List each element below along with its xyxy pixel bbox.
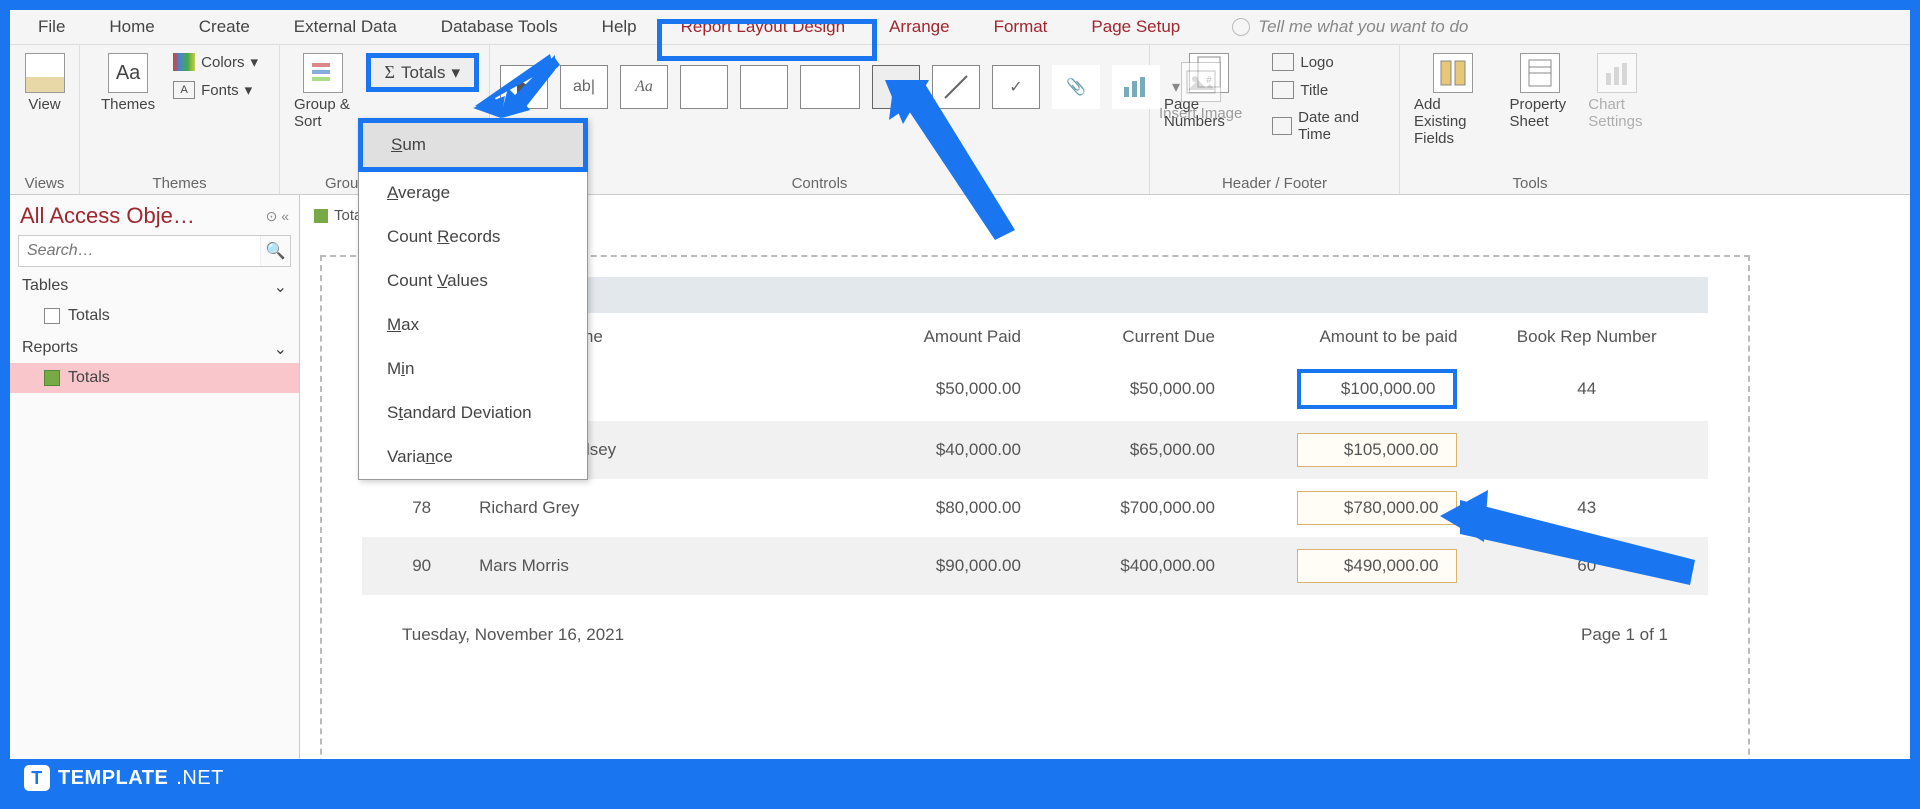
selected-amount-cell[interactable]: $100,000.00 [1297,369,1457,409]
dd-std-dev[interactable]: Standard Deviation [359,391,587,435]
themes-icon: Aa [108,53,148,93]
property-sheet-button[interactable]: Property Sheet [1505,51,1574,132]
nav-pane-header[interactable]: All Access Obje… ⊙ « [10,195,299,233]
title-icon [1272,81,1294,99]
ribbon-group-tools: Add Existing Fields Property Sheet Chart… [1400,45,1660,194]
menu-report-layout-design[interactable]: Report Layout Design [659,11,867,43]
ribbon-group-views: View Views [10,45,80,194]
bulb-icon [1232,18,1250,36]
dd-count-values[interactable]: Count Values [359,259,587,303]
add-existing-fields-button[interactable]: Add Existing Fields [1410,51,1495,149]
report-icon [44,370,60,386]
tell-me-search[interactable]: Tell me what you want to do [1232,17,1468,37]
chart-settings-button: Chart Settings [1584,51,1650,132]
nav-table-totals[interactable]: Totals [10,301,299,331]
dd-max[interactable]: Max [359,303,587,347]
dd-average[interactable]: Average [359,171,587,215]
report-page-n: Page 1 of 1 [1581,625,1668,645]
menu-help[interactable]: Help [580,11,659,43]
nav-group-tables[interactable]: Tables⌄ [10,269,299,301]
amount-cell[interactable]: $105,000.00 [1297,433,1457,467]
watermark-logo-icon: T [24,765,50,791]
nav-group-reports[interactable]: Reports⌄ [10,331,299,363]
menu-externaldata[interactable]: External Data [272,11,419,43]
menu-home[interactable]: Home [87,11,176,43]
dd-min[interactable]: Min [359,347,587,391]
datetime-icon [1272,117,1292,135]
colors-icon [173,53,195,71]
fonts-icon: A [173,81,195,99]
report-date: Tuesday, November 16, 2021 [402,625,624,645]
col-current-due[interactable]: Current Due [1029,317,1223,357]
logo-button[interactable]: Logo [1268,51,1389,73]
insert-image-icon [1181,62,1221,102]
control-textbox[interactable]: ab| [560,65,608,109]
col-amount-to-be-paid[interactable]: Amount to be paid [1223,317,1466,357]
nav-report-totals[interactable]: Totals [10,363,299,393]
group-sort-icon [303,53,343,93]
datetime-button[interactable]: Date and Time [1268,107,1389,145]
table-icon [44,308,60,324]
colors-button[interactable]: Colors▾ [169,51,262,73]
control-attachment[interactable]: 📎 [1052,65,1100,109]
ribbon: View Views Aa Themes Colors▾ A [10,45,1910,195]
ribbon-group-themes: Aa Themes Colors▾ A Fonts▾ Themes [80,45,280,194]
menu-file[interactable]: File [16,11,87,43]
menu-pagesetup[interactable]: Page Setup [1069,11,1202,43]
title-button[interactable]: Title [1268,79,1389,101]
search-input[interactable] [19,236,260,266]
control-button[interactable] [872,65,920,109]
amount-cell[interactable]: $490,000.00 [1297,549,1457,583]
control-select[interactable] [500,65,548,109]
sigma-icon: Σ [385,62,395,83]
tell-me-text: Tell me what you want to do [1258,17,1468,37]
menu-bar: File Home Create External Data Database … [10,10,1910,45]
insert-image-button[interactable]: Insert Image [1155,60,1246,124]
navigation-pane: All Access Obje… ⊙ « 🔍 Tables⌄ Totals Re… [10,195,300,759]
control-rect1[interactable] [680,65,728,109]
search-icon[interactable]: 🔍 [260,236,290,266]
control-rect2[interactable] [740,65,788,109]
watermark: T TEMPLATE.NET [24,765,224,791]
report-footer: Tuesday, November 16, 2021 Page 1 of 1 [362,595,1708,655]
chart-settings-icon [1597,53,1637,93]
totals-button[interactable]: Σ Totals ▾ [366,53,479,92]
table-row[interactable]: 78 Richard Grey $80,000.00 $700,000.00 $… [362,479,1708,537]
logo-icon [1272,53,1294,71]
property-sheet-icon [1520,53,1560,93]
menu-arrange[interactable]: Arrange [867,11,971,43]
amount-cell[interactable]: $780,000.00 [1297,491,1457,525]
work-area: All Access Obje… ⊙ « 🔍 Tables⌄ Totals Re… [10,195,1910,759]
col-amount-paid[interactable]: Amount Paid [811,317,1029,357]
menu-dbtools[interactable]: Database Tools [419,11,580,43]
totals-dropdown-menu: Sum Average Count Records Count Values M… [358,118,588,480]
view-icon [25,53,65,93]
control-rect3[interactable] [800,65,860,109]
group-sort-button[interactable]: Group & Sort [290,51,356,132]
dd-count-records[interactable]: Count Records [359,215,587,259]
themes-button[interactable]: Aa Themes [97,51,159,115]
ribbon-group-controls: ab| Aa ✓ 📎 ▾ Controls Insert Image [490,45,1150,194]
dd-sum[interactable]: Sum [358,118,588,172]
view-button[interactable]: View [21,51,69,115]
menu-format[interactable]: Format [972,11,1070,43]
menu-create[interactable]: Create [177,11,272,43]
report-tab-icon [314,209,328,223]
control-checkbox[interactable]: ✓ [992,65,1040,109]
col-book-rep[interactable]: Book Rep Number [1465,317,1708,357]
add-fields-icon [1433,53,1473,93]
control-label[interactable]: Aa [620,65,668,109]
fonts-button[interactable]: A Fonts▾ [169,79,262,101]
nav-collapse-icon[interactable]: ⊙ « [266,208,289,225]
control-line[interactable] [932,65,980,109]
nav-search[interactable]: 🔍 [18,235,291,267]
dd-variance[interactable]: Variance [359,435,587,479]
table-row[interactable]: 90 Mars Morris $90,000.00 $400,000.00 $4… [362,537,1708,595]
